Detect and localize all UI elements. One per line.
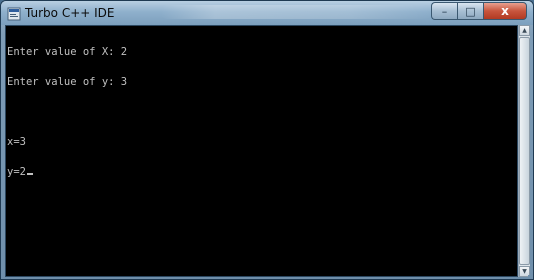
maximize-icon: □: [465, 4, 476, 18]
app-icon[interactable]: [7, 6, 21, 21]
console-line-last: y=2: [7, 167, 127, 177]
console-line: y=2: [7, 166, 26, 178]
minimize-icon: –: [441, 4, 448, 18]
arrow-up-icon: ▲: [522, 27, 527, 34]
window-title: Turbo C++ IDE: [25, 6, 115, 20]
scrollbar-thumb[interactable]: [519, 37, 530, 265]
close-icon: x: [501, 4, 509, 18]
console-window: Turbo C++ IDE – □ x Enter value of X: 2 …: [0, 0, 534, 280]
title-bar[interactable]: Turbo C++ IDE – □ x: [1, 1, 533, 25]
console-line: Enter value of y: 3: [7, 76, 128, 88]
console-output-area[interactable]: Enter value of X: 2 Enter value of y: 3 …: [5, 25, 518, 277]
maximize-button[interactable]: □: [457, 2, 483, 20]
resize-grip[interactable]: [528, 275, 533, 279]
vertical-scrollbar[interactable]: ▲ ▼: [518, 25, 530, 277]
close-button[interactable]: x: [483, 2, 527, 20]
text-cursor: [26, 173, 33, 175]
arrow-down-icon: ▼: [522, 268, 527, 275]
console-line: x=3: [7, 136, 26, 148]
minimize-button[interactable]: –: [431, 2, 457, 20]
scroll-up-button[interactable]: ▲: [519, 25, 530, 36]
window-controls: – □ x: [431, 2, 527, 20]
title-bar-glass: [161, 5, 431, 19]
console-line: Enter value of X: 2: [7, 46, 128, 58]
console-text: Enter value of X: 2 Enter value of y: 3 …: [7, 27, 127, 197]
